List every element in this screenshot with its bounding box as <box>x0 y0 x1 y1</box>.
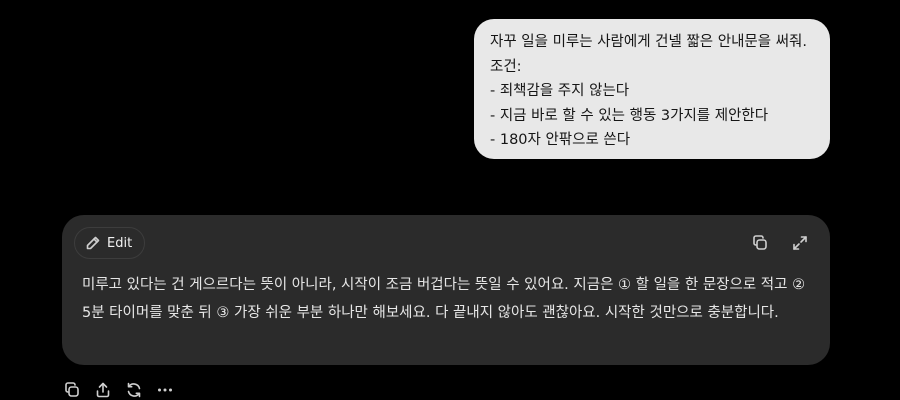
message-action-bar <box>62 380 175 400</box>
regenerate-icon[interactable] <box>124 380 144 400</box>
user-message-line: - 지금 바로 할 수 있는 행동 3가지를 제안한다 <box>490 107 769 124</box>
user-message-line: - 180자 안팎으로 쓴다 <box>490 132 631 148</box>
user-message-line: - 죄책감을 주지 않는다 <box>490 83 630 99</box>
edit-button[interactable]: Edit <box>74 227 146 259</box>
pencil-icon <box>85 235 101 251</box>
assistant-message-card: Edit 미루고 있다는 건 게으르다는 뜻이 아니라, 시작이 조금 버겁다는… <box>62 215 830 365</box>
user-message-line: 조건: <box>490 58 522 75</box>
expand-icon[interactable] <box>790 233 810 253</box>
user-message-line: 자꾸 일을 미루는 사람에게 건넬 짧은 안내문을 써줘. <box>490 34 808 50</box>
share-icon[interactable] <box>93 380 113 400</box>
assistant-message-text: 미루고 있다는 건 게으르다는 뜻이 아니라, 시작이 조금 버겁다는 뜻일 수… <box>82 277 806 321</box>
chat-page: 자꾸 일을 미루는 사람에게 건넬 짧은 안내문을 써줘. 조건: - 죄책감을… <box>0 0 900 400</box>
edit-button-label: Edit <box>107 235 133 251</box>
user-message-bubble: 자꾸 일을 미루는 사람에게 건넬 짧은 안내문을 써줘. 조건: - 죄책감을… <box>474 19 830 159</box>
copy-icon[interactable] <box>750 233 770 253</box>
copy-icon[interactable] <box>62 380 82 400</box>
more-icon[interactable] <box>155 380 175 400</box>
